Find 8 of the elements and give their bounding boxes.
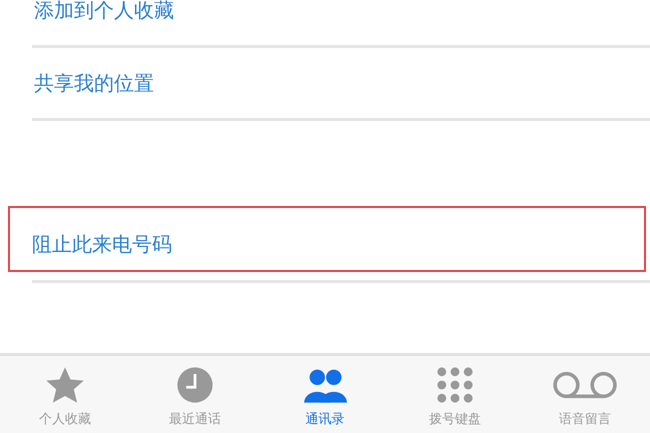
- tab[interactable]: 语音留言: [520, 356, 650, 433]
- menu-item[interactable]: 添加到个人收藏: [34, 0, 174, 24]
- tab[interactable]: 拨号键盘: [390, 356, 520, 433]
- tab[interactable]: 个人收藏: [0, 356, 130, 433]
- menu-item[interactable]: 阻止此来电号码: [32, 230, 172, 258]
- tab[interactable]: 最近通话: [130, 356, 260, 433]
- menu-item[interactable]: 共享我的位置: [34, 70, 154, 96]
- tab[interactable]: 通讯录: [260, 356, 390, 433]
